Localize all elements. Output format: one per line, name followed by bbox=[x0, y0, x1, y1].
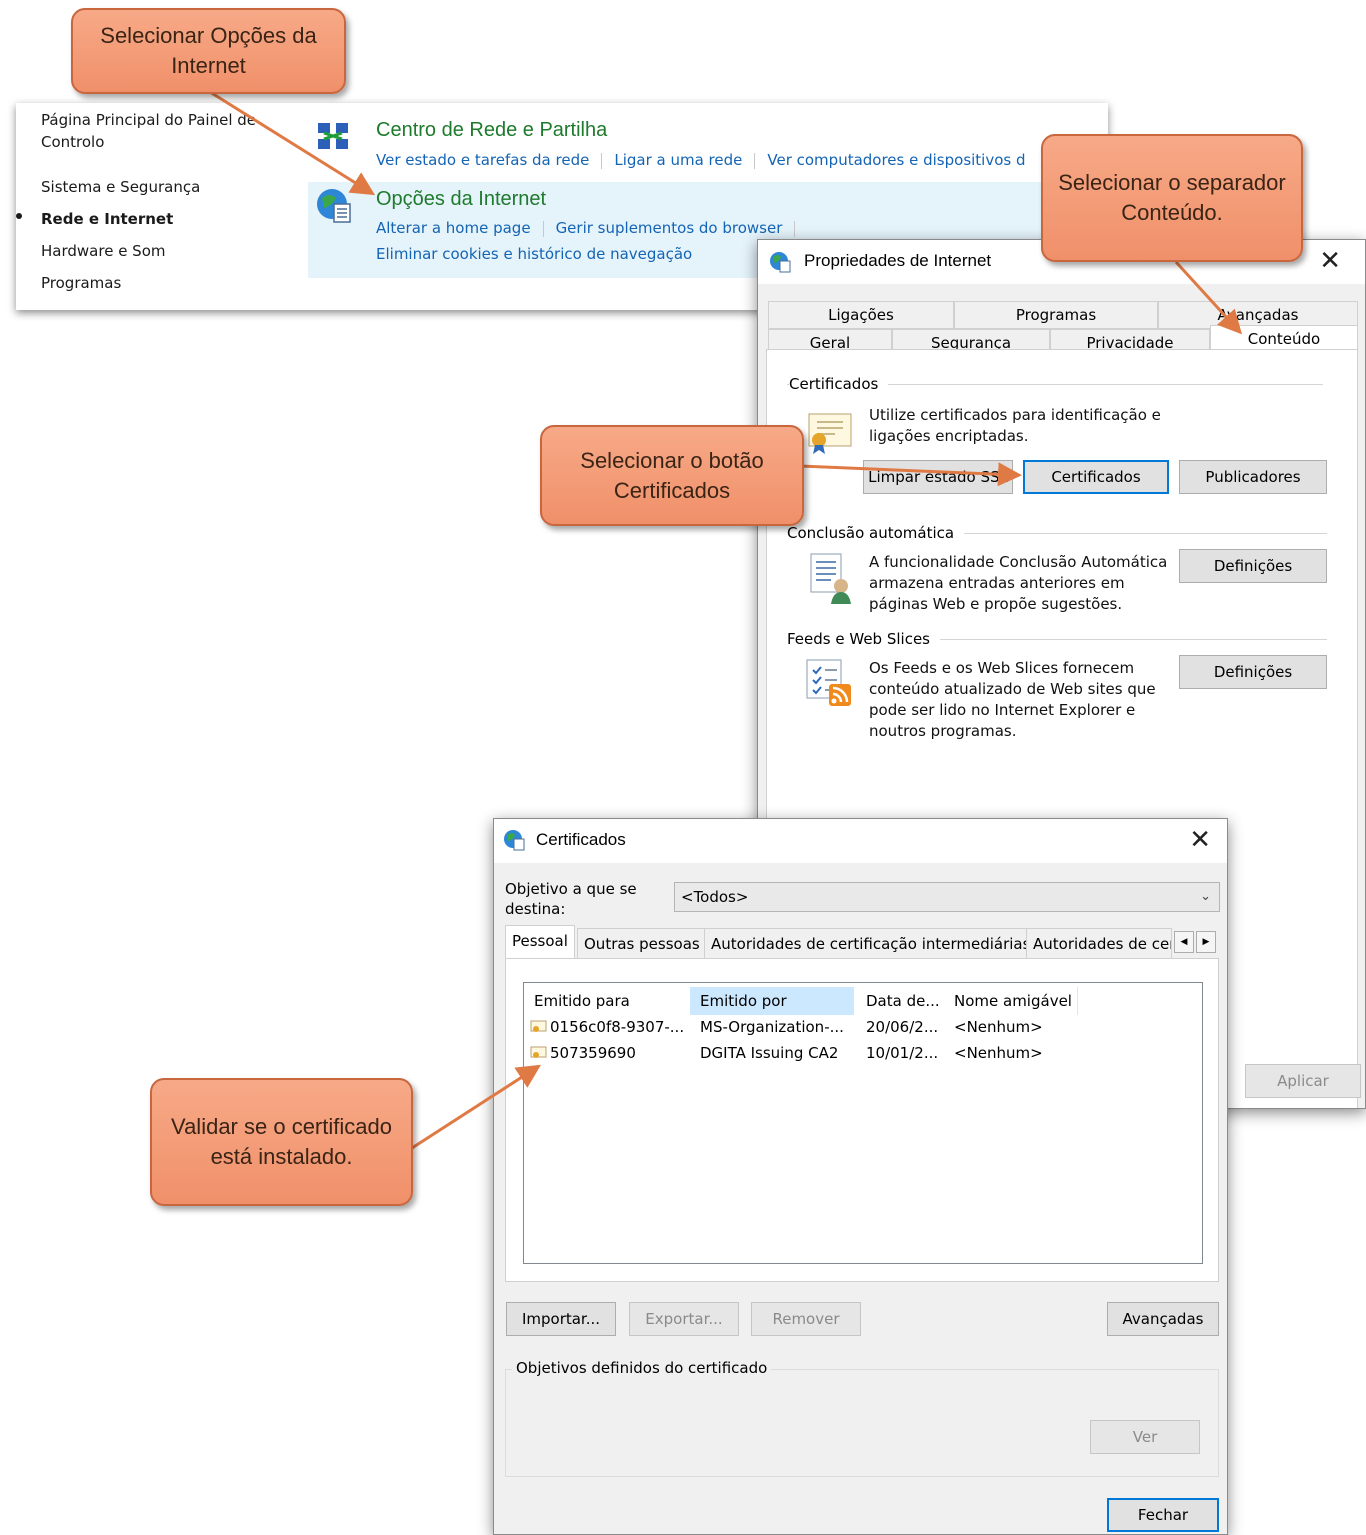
autocomplete-icon bbox=[810, 553, 851, 604]
tab-trusted-root-ca[interactable]: Autoridades de cer bbox=[1026, 928, 1172, 958]
callout-certificates-button: Selecionar o botão Certificados bbox=[540, 425, 804, 526]
publishers-button[interactable]: Publicadores bbox=[1179, 460, 1327, 494]
row-friendly-name: <Nenhum> bbox=[954, 1044, 1043, 1062]
autocomplete-settings-button[interactable]: Definições bbox=[1179, 549, 1327, 583]
column-issued-by[interactable]: Emitido por bbox=[690, 987, 854, 1015]
internet-options-title[interactable]: Opções da Internet bbox=[376, 188, 546, 211]
tab-connections[interactable]: Ligações bbox=[768, 301, 954, 329]
close-icon[interactable]: ✕ bbox=[1319, 246, 1341, 276]
internet-properties-title: Propriedades de Internet bbox=[804, 251, 992, 270]
apply-button[interactable]: Aplicar bbox=[1245, 1064, 1361, 1098]
sidebar-home-link[interactable]: Página Principal do Painel de Controlo bbox=[41, 109, 281, 153]
certificate-icon bbox=[808, 413, 852, 454]
internet-options-links-2: Eliminar cookies e histórico de navegaçã… bbox=[376, 245, 692, 263]
table-row[interactable]: 0156c0f8-9307-... bbox=[530, 1018, 684, 1036]
close-icon[interactable]: ✕ bbox=[1189, 825, 1211, 855]
column-issued-to[interactable]: Emitido para bbox=[524, 987, 688, 1015]
network-center-title[interactable]: Centro de Rede e Partilha bbox=[376, 119, 607, 142]
sidebar-item-network-internet[interactable]: Rede e Internet bbox=[41, 208, 173, 230]
row-issued-by: MS-Organization-... bbox=[700, 1018, 844, 1036]
sidebar-item-hardware-sound[interactable]: Hardware e Som bbox=[41, 240, 166, 262]
network-center-links: Ver estado e tarefas da rede Ligar a uma … bbox=[376, 151, 1026, 169]
connect-network-link[interactable]: Ligar a uma rede bbox=[614, 151, 742, 169]
active-bullet bbox=[16, 213, 22, 219]
view-devices-link[interactable]: Ver computadores e dispositivos d bbox=[767, 151, 1025, 169]
sidebar-item-programs[interactable]: Programas bbox=[41, 272, 121, 294]
feeds-description: Os Feeds e os Web Slices fornecem conteú… bbox=[869, 659, 1156, 740]
callout-validate-certificate: Validar se o certificado está instalado. bbox=[150, 1078, 413, 1206]
row-friendly-name: <Nenhum> bbox=[954, 1018, 1043, 1036]
tab-other-people[interactable]: Outras pessoas bbox=[577, 928, 707, 958]
import-button[interactable]: Importar... bbox=[506, 1302, 616, 1336]
remove-button[interactable]: Remover bbox=[751, 1302, 861, 1336]
purpose-select[interactable]: <Todos> ⌄ bbox=[674, 882, 1220, 912]
internet-options-icon bbox=[317, 189, 351, 223]
view-network-status-link[interactable]: Ver estado e tarefas da rede bbox=[376, 151, 589, 169]
callout-internet-options: Selecionar Opções da Internet bbox=[71, 8, 346, 94]
personal-tab-panel: Emitido para Emitido por Data de... Nome… bbox=[505, 958, 1219, 1282]
feeds-group-label: Feeds e Web Slices bbox=[787, 630, 940, 648]
internet-options-links: Alterar a home page Gerir suplementos do … bbox=[376, 219, 807, 237]
callout-content-tab: Selecionar o separador Conteúdo. bbox=[1041, 134, 1303, 262]
certificate-purposes-label: Objetivos definidos do certificado bbox=[512, 1359, 772, 1377]
certificate-icon bbox=[530, 1020, 547, 1032]
network-center-item[interactable]: Centro de Rede e Partilha Ver estado e t… bbox=[308, 109, 1108, 179]
certificates-button[interactable]: Certificados bbox=[1023, 460, 1169, 494]
tab-programs[interactable]: Programas bbox=[954, 301, 1158, 329]
column-friendly-name[interactable]: Nome amigável bbox=[944, 987, 1078, 1015]
column-date[interactable]: Data de... bbox=[856, 987, 944, 1015]
tab-personal[interactable]: Pessoal bbox=[505, 925, 575, 959]
control-panel-sidebar: Página Principal do Painel de Controlo S… bbox=[16, 103, 306, 310]
certificate-icon bbox=[530, 1046, 547, 1058]
advanced-button[interactable]: Avançadas bbox=[1107, 1302, 1219, 1336]
row-issued-to: 507359690 bbox=[550, 1044, 636, 1062]
close-button[interactable]: Fechar bbox=[1107, 1498, 1219, 1532]
change-home-page-link[interactable]: Alterar a home page bbox=[376, 219, 531, 237]
certificates-description: Utilize certificados para identificação … bbox=[869, 406, 1161, 445]
ie-globe-icon bbox=[770, 252, 791, 273]
autocomplete-group-label: Conclusão automática bbox=[787, 524, 965, 542]
network-icon bbox=[318, 123, 348, 149]
export-button[interactable]: Exportar... bbox=[629, 1302, 739, 1336]
autocomplete-description: A funcionalidade Conclusão Automática ar… bbox=[869, 553, 1168, 613]
tab-intermediate-ca[interactable]: Autoridades de certificação intermediári… bbox=[704, 928, 1038, 958]
clear-ssl-button[interactable]: Limpar estado SSL bbox=[863, 460, 1013, 494]
feeds-icon bbox=[806, 659, 851, 706]
view-button[interactable]: Ver bbox=[1090, 1420, 1200, 1454]
purpose-label: Objetivo a que se destina: bbox=[505, 880, 637, 918]
row-date: 10/01/2... bbox=[866, 1044, 939, 1062]
certificates-titlebar[interactable]: Certificados ✕ bbox=[494, 819, 1227, 863]
delete-cookies-link[interactable]: Eliminar cookies e histórico de navegaçã… bbox=[376, 245, 692, 263]
tab-scroll-right-icon[interactable]: ▶ bbox=[1196, 931, 1216, 953]
tab-scroll-left-icon[interactable]: ◀ bbox=[1174, 931, 1194, 953]
certificates-group-label: Certificados bbox=[789, 375, 889, 393]
sidebar-item-system-security[interactable]: Sistema e Segurança bbox=[41, 176, 200, 198]
manage-addons-link[interactable]: Gerir suplementos do browser bbox=[556, 219, 783, 237]
feeds-settings-button[interactable]: Definições bbox=[1179, 655, 1327, 689]
ie-globe-icon bbox=[504, 830, 525, 851]
row-issued-by: DGITA Issuing CA2 bbox=[700, 1044, 839, 1062]
row-issued-to: 0156c0f8-9307-... bbox=[550, 1018, 685, 1036]
chevron-down-icon: ⌄ bbox=[1200, 889, 1211, 904]
certificates-title: Certificados bbox=[536, 830, 626, 849]
row-date: 20/06/2... bbox=[866, 1018, 939, 1036]
table-row[interactable]: 507359690 bbox=[530, 1044, 636, 1062]
certificates-dialog: Certificados ✕ Objetivo a que se destina… bbox=[493, 818, 1228, 1535]
purpose-select-value: <Todos> bbox=[681, 888, 749, 906]
certificates-list[interactable]: Emitido para Emitido por Data de... Nome… bbox=[523, 982, 1203, 1264]
